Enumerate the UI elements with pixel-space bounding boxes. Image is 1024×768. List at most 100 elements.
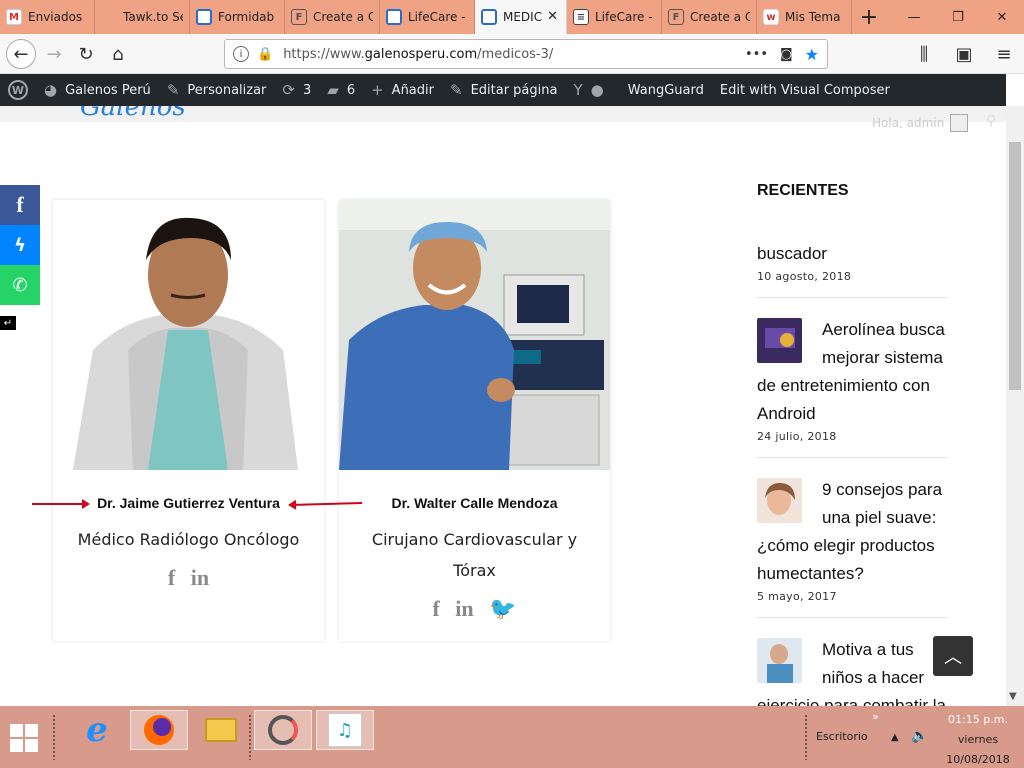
menu-button[interactable]: ≡: [990, 40, 1018, 68]
doctor-name: Dr. Walter Calle Mendoza: [391, 495, 558, 511]
paintbrush-icon: ✎: [166, 81, 180, 99]
user-avatar[interactable]: [950, 114, 968, 132]
minimize-button[interactable]: —: [892, 0, 936, 34]
site-logo[interactable]: Galenos: [80, 106, 186, 122]
twitter-icon[interactable]: 🐦: [489, 596, 516, 622]
reload-button[interactable]: ↻: [72, 40, 100, 68]
info-icon[interactable]: i: [233, 46, 249, 62]
scroll-down-arrow-icon[interactable]: ▼: [1009, 691, 1017, 702]
home-button[interactable]: ⌂: [104, 40, 132, 68]
yoast-seo-link[interactable]: Y ●: [565, 74, 619, 106]
tab-create-a-c-2[interactable]: F Create a C: [662, 0, 757, 34]
taskbar-firefox[interactable]: [130, 710, 188, 750]
share-collapse-button[interactable]: ↵: [0, 316, 16, 330]
tawk-icon: [101, 9, 117, 25]
restore-button[interactable]: ❐: [936, 0, 980, 34]
forward-button[interactable]: →: [40, 40, 68, 68]
taskbar-media-app[interactable]: ♫: [316, 710, 374, 750]
wp-logo-button[interactable]: W: [0, 74, 36, 106]
sidebar-toggle-button[interactable]: ▣: [950, 40, 978, 68]
divider: [757, 617, 947, 618]
divider: [757, 297, 947, 298]
taskbar-internet-explorer[interactable]: e: [68, 710, 126, 750]
facebook-icon: f: [16, 192, 24, 217]
recent-post-item[interactable]: buscador 10 agosto, 2018: [757, 240, 947, 298]
post-thumbnail[interactable]: [757, 638, 802, 683]
site-name-link[interactable]: ◕ Galenos Perú: [36, 74, 159, 106]
add-new-link[interactable]: + Añadir: [363, 74, 442, 106]
scrollbar-thumb[interactable]: [1009, 142, 1021, 390]
desktop-toolbar-label[interactable]: Escritorio: [816, 730, 868, 743]
doctor-specialty: Médico Radiólogo Oncólogo: [77, 530, 300, 549]
toolbar-expand-icon[interactable]: »: [872, 710, 879, 723]
wangguard-link[interactable]: WangGuard: [620, 74, 712, 106]
annotation-arrow-right: [32, 499, 90, 509]
visual-composer-link[interactable]: Edit with Visual Composer: [712, 74, 898, 106]
tab-create-a-c-1[interactable]: F Create a C: [285, 0, 380, 34]
hamburger-icon: ≡: [996, 43, 1012, 65]
volume-icon[interactable]: 🔈: [911, 728, 928, 744]
facebook-icon[interactable]: f: [168, 565, 175, 591]
show-hidden-icons-icon[interactable]: ▲: [891, 732, 899, 743]
pocket-icon[interactable]: ◙: [780, 47, 793, 62]
updates-link[interactable]: ⟳ 3: [274, 74, 319, 106]
firefox-icon: [144, 715, 174, 745]
lock-icon[interactable]: 🔒: [257, 47, 273, 62]
start-button[interactable]: [10, 724, 38, 752]
doctor-card: Dr. Jaime Gutierrez Ventura Médico Radió…: [53, 200, 324, 641]
post-date: 5 mayo, 2017: [757, 590, 837, 603]
window-controls: — ❐ ✕: [892, 0, 1024, 34]
url-bar[interactable]: i 🔒 https://www. galenosperu.com/medicos-…: [224, 39, 828, 69]
tab-enviados[interactable]: M Enviados: [0, 0, 95, 34]
close-tab-icon[interactable]: ✕: [547, 9, 558, 24]
tab-medicos-active[interactable]: MEDIC ✕: [475, 0, 567, 34]
tab-lifecare-2[interactable]: ≡ LifeCare -: [567, 0, 662, 34]
page-actions-icon[interactable]: •••: [745, 47, 768, 62]
arrow-collapse-icon: ↵: [3, 317, 13, 329]
arrow-right-icon: →: [46, 43, 62, 65]
plus-icon: +: [371, 81, 384, 99]
system-clock[interactable]: 01:15 p.m. viernes 10/08/2018: [938, 710, 1018, 768]
url-host: galenosperu.com: [364, 46, 478, 62]
linkedin-icon[interactable]: in: [455, 596, 473, 622]
linkedin-icon[interactable]: in: [191, 565, 209, 591]
comments-link[interactable]: ▰ 6: [319, 74, 363, 106]
folder-icon: [205, 718, 237, 742]
scroll-to-top-button[interactable]: ︿: [933, 636, 973, 676]
share-facebook-button[interactable]: f: [0, 185, 40, 225]
back-button[interactable]: ←: [6, 39, 36, 69]
tab-tawk[interactable]: Tawk.to Settin: [95, 0, 190, 34]
library-button[interactable]: ⫼: [910, 40, 938, 68]
share-whatsapp-button[interactable]: ✆: [0, 265, 40, 305]
page-scrollbar[interactable]: ▼: [1006, 106, 1024, 706]
facebook-icon[interactable]: f: [432, 596, 439, 622]
sidebar-icon: ▣: [955, 43, 973, 65]
post-title-link[interactable]: buscador: [757, 240, 947, 268]
recent-post-item[interactable]: 9 consejos para una piel suave: ¿cómo el…: [757, 476, 947, 618]
recent-post-item[interactable]: Motiva a tus niños a hacer ejercicio par…: [757, 636, 947, 706]
close-window-button[interactable]: ✕: [980, 0, 1024, 34]
formidable-f-icon: F: [291, 9, 307, 25]
tab-lifecare-1[interactable]: LifeCare -: [380, 0, 475, 34]
reload-icon: ↻: [78, 43, 94, 65]
seo-status-dot-icon: ●: [590, 81, 604, 99]
search-icon[interactable]: ⚲: [986, 113, 996, 129]
taskbar-file-explorer[interactable]: [192, 710, 250, 750]
post-thumbnail[interactable]: [757, 318, 802, 363]
tab-mis-temas[interactable]: w Mis Tema: [757, 0, 852, 34]
taskbar-sync-app[interactable]: [254, 710, 312, 750]
recent-post-item[interactable]: Aerolínea busca mejorar sistema de entre…: [757, 316, 947, 458]
wordpress-icon: W: [8, 80, 28, 100]
sync-app-icon: [268, 715, 298, 745]
share-messenger-button[interactable]: ϟ: [0, 225, 40, 265]
tab-formidable[interactable]: Formidab: [190, 0, 285, 34]
customize-link[interactable]: ✎ Personalizar: [159, 74, 275, 106]
bookmark-star-icon[interactable]: ★: [805, 45, 819, 64]
dashboard-icon: ◕: [44, 81, 58, 99]
post-thumbnail[interactable]: [757, 478, 802, 523]
new-tab-button[interactable]: +: [852, 0, 886, 34]
doctor-social-links: f in: [53, 565, 324, 591]
edit-page-link[interactable]: ✎ Editar página: [442, 74, 565, 106]
windows-logo-icon: [10, 724, 23, 737]
browser-tab-strip: MEnviados Tawk.to Settin Formidab FCreat…: [0, 0, 1024, 34]
